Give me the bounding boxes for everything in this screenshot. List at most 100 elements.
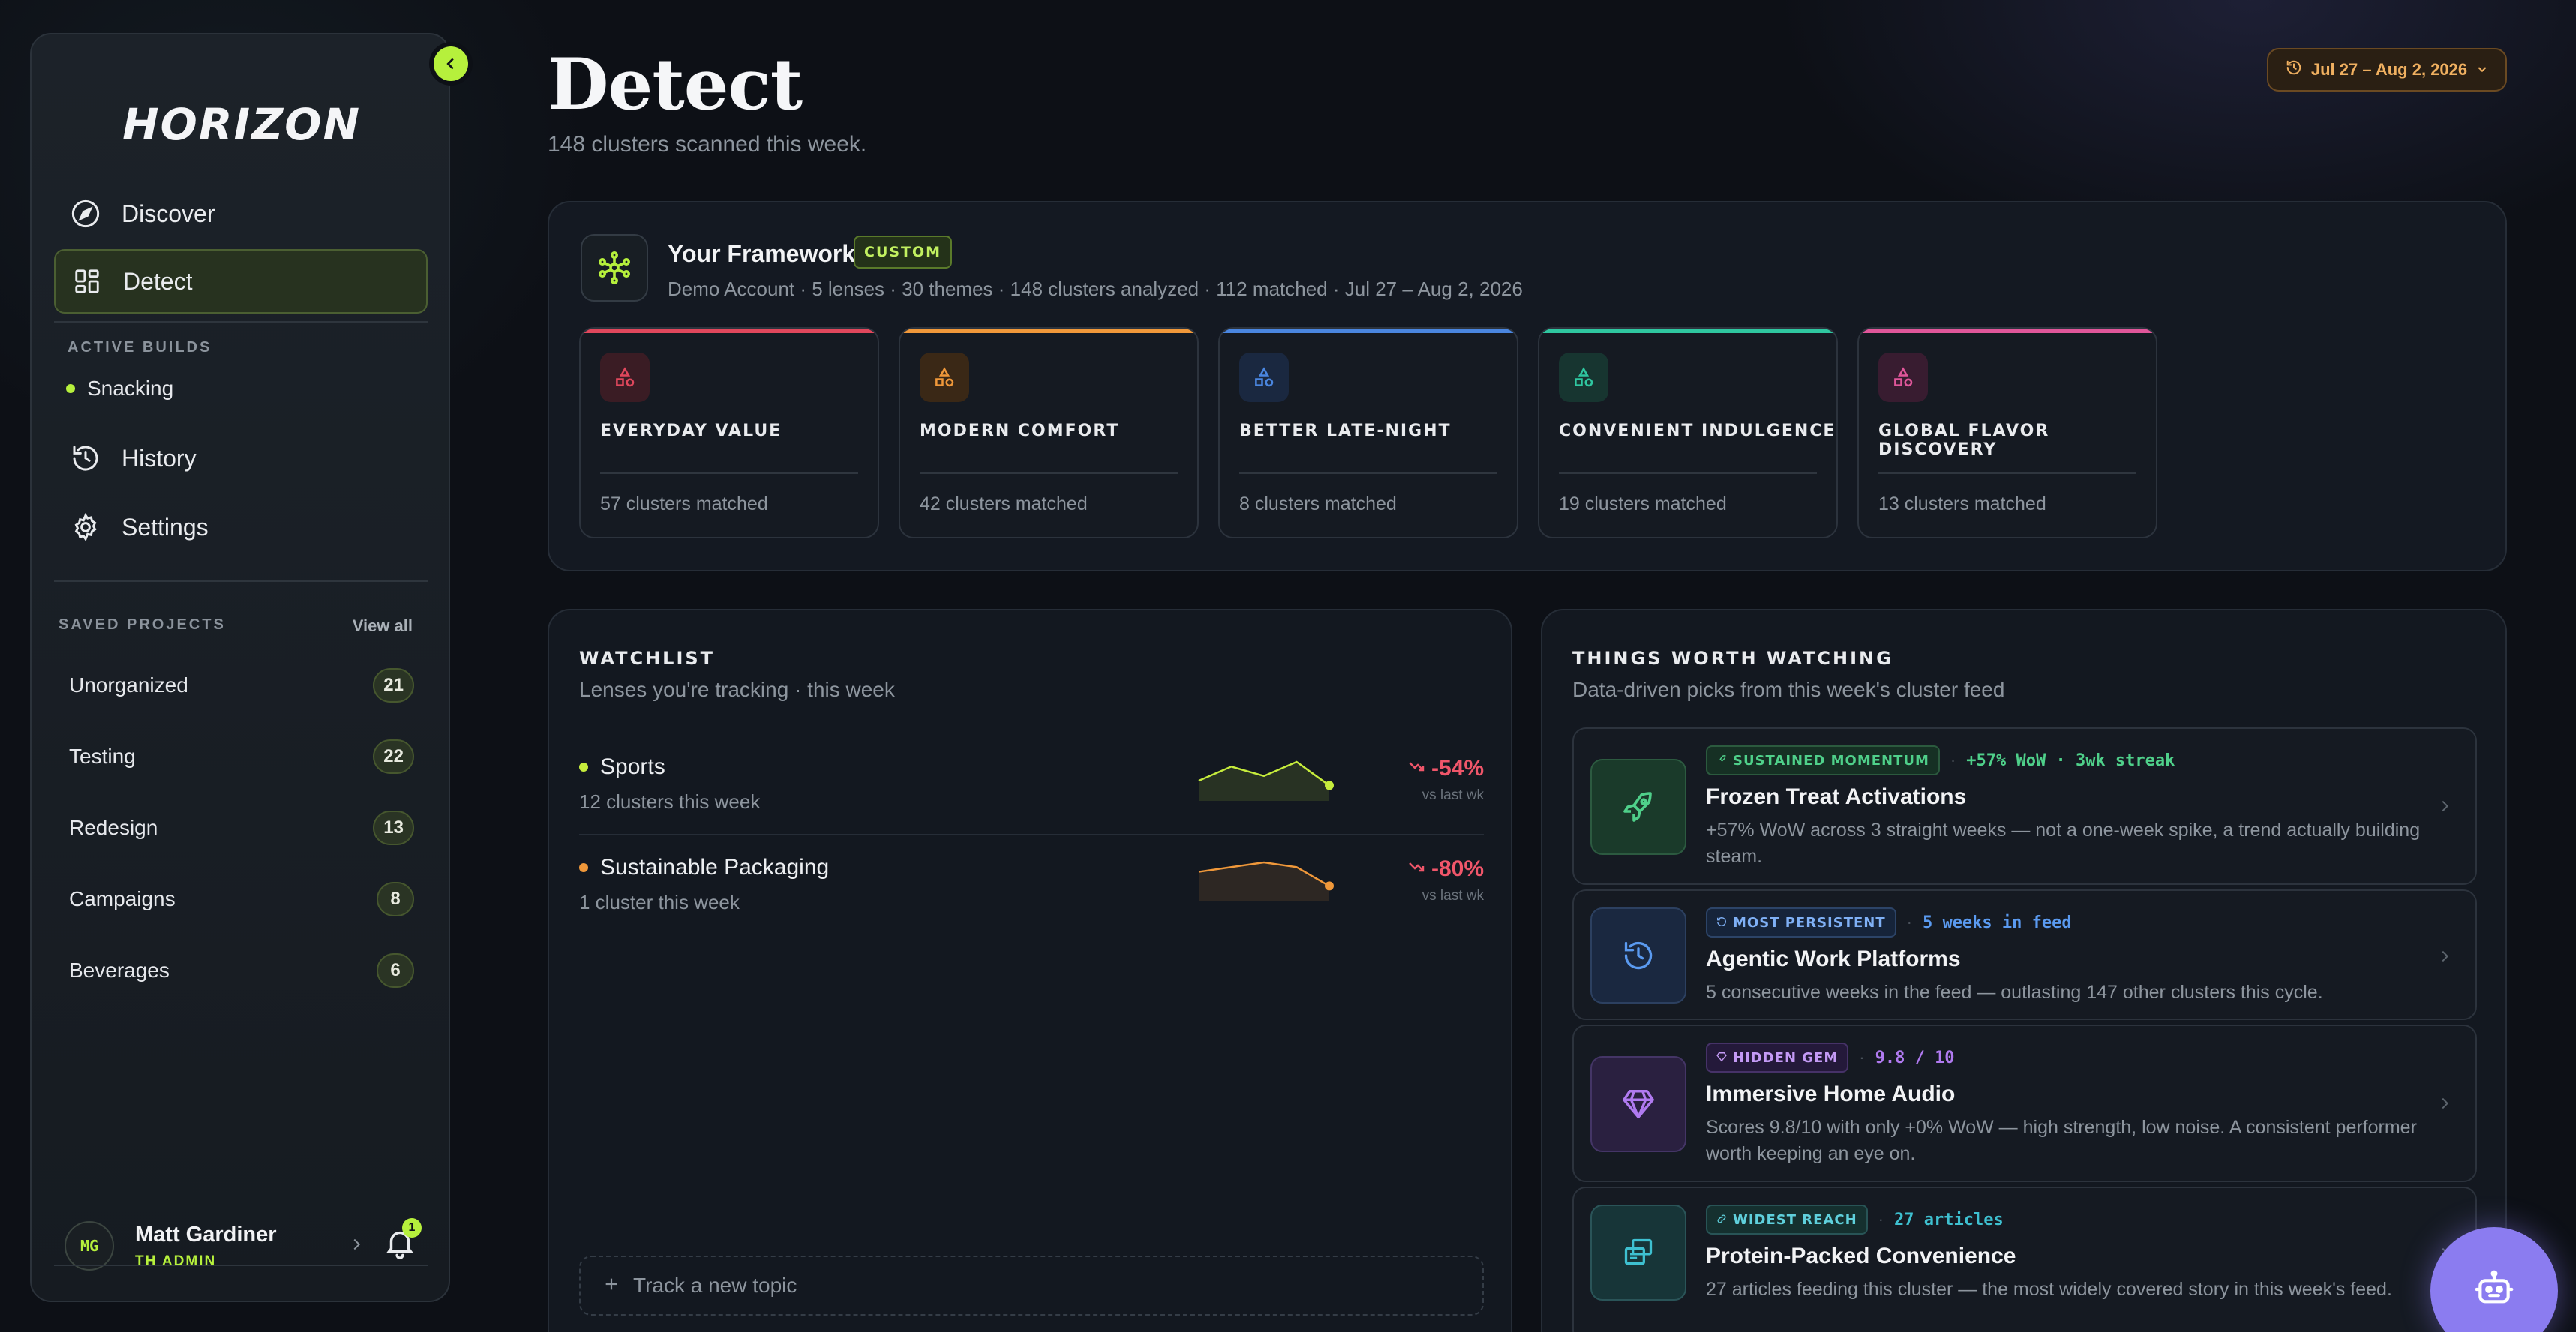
- notification-badge: 1: [402, 1218, 422, 1238]
- lens-card-global-flavor-discovery[interactable]: GLOBAL FLAVOR DISCOVERY 13 clusters matc…: [1857, 327, 2157, 538]
- gem-icon: [1716, 1050, 1727, 1066]
- nav-detect[interactable]: Detect: [54, 249, 428, 314]
- divider: [579, 834, 1484, 836]
- pick-card-protein-packed[interactable]: WIDEST REACH · 27 articles Protein-Packe…: [1572, 1186, 2477, 1332]
- project-count-badge: 8: [377, 882, 414, 916]
- project-beverages[interactable]: Beverages 6: [69, 948, 414, 993]
- project-redesign[interactable]: Redesign 13: [69, 806, 414, 850]
- framework-meta: Demo Account · 5 lenses · 30 themes · 14…: [668, 278, 1523, 300]
- nav-settings-label: Settings: [122, 513, 209, 541]
- project-name: Testing: [69, 745, 136, 768]
- tag-label: MOST PERSISTENT: [1733, 914, 1886, 931]
- view-all-link[interactable]: View all: [353, 616, 413, 636]
- lens-card-better-late-night[interactable]: BETTER LATE-NIGHT 8 clusters matched: [1218, 327, 1518, 538]
- pick-card-frozen-treat[interactable]: SUSTAINED MOMENTUM · +57% WoW · 3wk stre…: [1572, 728, 2477, 885]
- lens-card-everyday-value[interactable]: EVERYDAY VALUE 57 clusters matched: [579, 327, 879, 538]
- custom-badge: CUSTOM: [854, 236, 953, 268]
- nav-history[interactable]: History: [54, 426, 428, 490]
- divider: [54, 1264, 428, 1266]
- track-new-topic-button[interactable]: Track a new topic: [579, 1256, 1484, 1316]
- worth-subheading: Data-driven picks from this week's clust…: [1572, 678, 2005, 701]
- divider: [54, 580, 428, 582]
- lens-card-convenient-indulgence[interactable]: CONVENIENT INDULGENCE 19 clusters matche…: [1538, 327, 1838, 538]
- user-role: TH ADMIN: [135, 1252, 217, 1269]
- pick-title: Protein-Packed Convenience: [1706, 1244, 2016, 1268]
- tag-label: HIDDEN GEM: [1733, 1049, 1839, 1066]
- sparkline-point: [1325, 781, 1334, 790]
- worth-heading: THINGS WORTH WATCHING: [1572, 648, 1893, 669]
- shapes-icon: [600, 352, 650, 402]
- project-name: Unorganized: [69, 674, 188, 697]
- nav-discover-label: Discover: [122, 200, 215, 227]
- active-build-snacking[interactable]: Snacking: [66, 376, 173, 400]
- pick-desc: Scores 9.8/10 with only +0% WoW — high s…: [1706, 1117, 2417, 1164]
- user-profile[interactable]: MG Matt Gardiner TH ADMIN: [65, 1214, 425, 1278]
- chevron-right-icon: [2436, 798, 2454, 816]
- pick-desc: 5 consecutive weeks in the feed — outlas…: [1706, 982, 2323, 1003]
- divider: [1239, 472, 1497, 474]
- lens-name: MODERN COMFORT: [920, 422, 1120, 440]
- nav-discover[interactable]: Discover: [54, 182, 428, 246]
- status-dot: [66, 384, 75, 393]
- watch-item-change: -54%: [1431, 756, 1484, 781]
- watch-item-name: Sustainable Packaging: [600, 855, 830, 880]
- history-icon: [1716, 915, 1727, 931]
- project-name: Campaigns: [69, 887, 176, 910]
- link-icon: [1716, 1212, 1727, 1228]
- lens-name: GLOBAL FLAVOR DISCOVERY: [1878, 422, 2050, 459]
- divider: [600, 472, 858, 474]
- dashboard-grid-icon: [71, 265, 104, 298]
- pick-title: Agentic Work Platforms: [1706, 946, 1961, 971]
- pick-card-agentic-work[interactable]: MOST PERSISTENT · 5 weeks in feed Agenti…: [1572, 890, 2477, 1020]
- history-icon: [1590, 908, 1686, 1004]
- shapes-icon: [920, 352, 969, 402]
- lens-name: BETTER LATE-NIGHT: [1239, 422, 1452, 440]
- active-build-label: Snacking: [87, 376, 174, 400]
- compass-icon: [69, 197, 102, 230]
- tag-label: WIDEST REACH: [1733, 1211, 1857, 1228]
- project-unorganized[interactable]: Unorganized 21: [69, 663, 414, 708]
- watch-item-name: Sports: [600, 754, 665, 779]
- pick-meta: +57% WoW · 3wk streak: [1966, 751, 2175, 770]
- lens-accent-bar: [1859, 328, 2156, 333]
- sparkline-area: [1199, 762, 1329, 801]
- chevron-right-icon: [2436, 948, 2454, 966]
- lens-name: CONVENIENT INDULGENCE: [1559, 422, 1836, 440]
- watch-item-vs: vs last wk: [1422, 888, 1484, 904]
- date-range-picker[interactable]: Jul 27 – Aug 2, 2026: [2267, 48, 2507, 92]
- nav-settings[interactable]: Settings: [54, 495, 428, 560]
- rocket-icon: [1590, 759, 1686, 855]
- pick-card-immersive-audio[interactable]: HIDDEN GEM · 9.8 / 10 Immersive Home Aud…: [1572, 1024, 2477, 1182]
- watchlist-item-sustainable-packaging[interactable]: Sustainable Packaging 1 cluster this wee…: [579, 844, 1484, 934]
- project-testing[interactable]: Testing 22: [69, 734, 414, 779]
- watchlist-card: WATCHLIST Lenses you're tracking · this …: [548, 609, 1512, 1332]
- watch-item-sub: 12 clusters this week: [579, 790, 761, 813]
- separator-dot: ·: [1906, 913, 1912, 932]
- pick-desc: 27 articles feeding this cluster — the m…: [1706, 1279, 2392, 1300]
- watch-item-vs: vs last wk: [1422, 788, 1484, 803]
- trend-down-icon: [1407, 856, 1425, 882]
- trend-down-icon: [1407, 756, 1425, 782]
- framework-title: Your Framework: [668, 240, 856, 267]
- lens-accent-bar: [1220, 328, 1517, 333]
- sparkline-point: [1325, 881, 1334, 891]
- lens-card-modern-comfort[interactable]: MODERN COMFORT 42 clusters matched: [899, 327, 1199, 538]
- watchlist-item-sports[interactable]: Sports 12 clusters this week -54% vs las…: [579, 744, 1484, 834]
- collapse-sidebar-button[interactable]: [434, 46, 468, 81]
- project-count-badge: 13: [373, 811, 414, 845]
- rocket-icon: [1716, 753, 1727, 769]
- project-name: Beverages: [69, 958, 170, 982]
- app-logo: HORIZON: [122, 99, 361, 150]
- history-icon: [69, 442, 102, 475]
- tag-label: SUSTAINED MOMENTUM: [1733, 752, 1929, 769]
- lens-count: 8 clusters matched: [1239, 494, 1397, 514]
- network-icon: [581, 234, 648, 302]
- pick-meta: 5 weeks in feed: [1922, 913, 2072, 932]
- divider: [920, 472, 1178, 474]
- sidebar: HORIZON Discover Detect ACTIVE BUILDS Sn…: [30, 33, 450, 1302]
- sustained-momentum-tag: SUSTAINED MOMENTUM: [1706, 746, 1940, 776]
- lens-count: 19 clusters matched: [1559, 494, 1727, 514]
- separator-dot: ·: [1859, 1048, 1865, 1066]
- project-campaigns[interactable]: Campaigns 8: [69, 877, 414, 922]
- nav-history-label: History: [122, 444, 197, 472]
